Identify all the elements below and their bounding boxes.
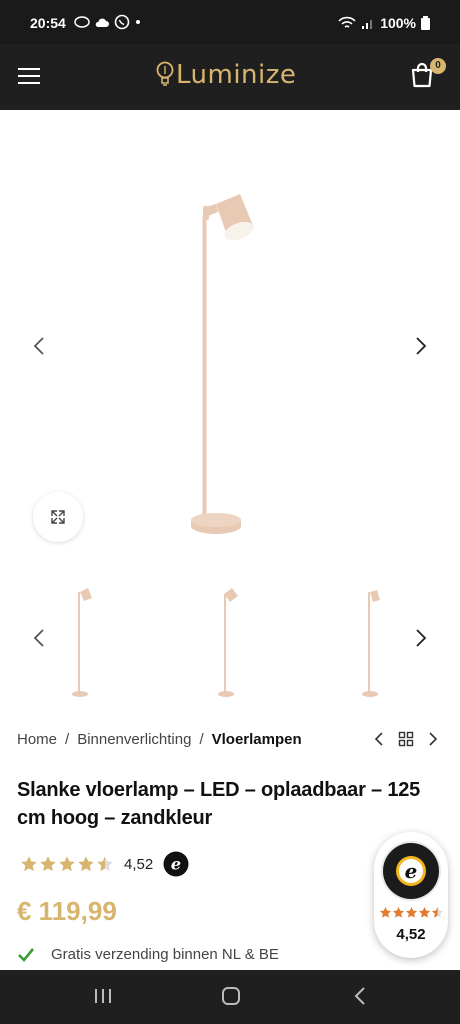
wifi-icon (338, 16, 356, 28)
trusted-shops-badge[interactable]: e 4,52 (374, 832, 448, 958)
svg-text:e: e (405, 859, 418, 883)
back-button[interactable] (350, 986, 372, 1006)
hamburger-icon-line (18, 75, 40, 77)
trusted-shops-seal: e (381, 841, 441, 901)
chevron-right-icon (429, 732, 438, 746)
breadcrumb-category[interactable]: Binnenverlichting (77, 731, 191, 748)
trusted-shops-rating: 4,52 (396, 926, 426, 943)
grid-icon (398, 731, 414, 747)
shipping-text: Gratis verzending binnen NL & BE (51, 946, 279, 963)
expand-icon (51, 510, 65, 524)
cloud-icon (95, 18, 109, 27)
gallery-next-arrow[interactable] (410, 334, 430, 358)
bulb-logo-icon (156, 61, 174, 86)
trusted-shops-stars (378, 906, 444, 919)
star-icon (379, 906, 391, 918)
android-navigation-bar (0, 970, 460, 1024)
status-time: 20:54 (30, 15, 66, 31)
logo-text: Luminize (176, 60, 297, 90)
svg-text:e: e (171, 855, 181, 874)
product-navigation (374, 731, 438, 747)
thumbnail-2[interactable] (188, 578, 264, 702)
product-gallery (0, 110, 460, 570)
signal-icon (362, 19, 373, 29)
star-icon (21, 856, 37, 872)
dot-icon (136, 20, 140, 24)
recent-apps-button[interactable] (92, 986, 114, 1006)
thumbnail-strip (0, 578, 460, 702)
zoom-button[interactable] (33, 492, 83, 542)
thumbnail-1[interactable] (42, 578, 118, 702)
gallery-prev-arrow[interactable] (30, 334, 50, 358)
cart-button[interactable]: 0 (410, 58, 446, 92)
star-icon (405, 906, 417, 918)
star-icon (78, 856, 94, 872)
hamburger-icon-line (18, 68, 40, 70)
thumbnail-image (218, 588, 238, 697)
breadcrumb-home[interactable]: Home (17, 731, 57, 748)
rating-row: 4,52 e (20, 851, 189, 877)
status-right: 100% (338, 15, 430, 31)
rating-value: 4,52 (124, 855, 154, 873)
hamburger-icon-line (18, 82, 40, 84)
thumbnail-image (362, 590, 380, 697)
star-icon (40, 856, 56, 872)
site-logo[interactable]: Luminize (156, 60, 296, 90)
breadcrumb-separator: / (199, 731, 204, 748)
product-title: Slanke vloerlamp – LED – oplaadbaar – 12… (17, 779, 421, 829)
star-icon (431, 906, 443, 918)
product-price: € 119,99 (17, 896, 117, 926)
thumbs-next-arrow[interactable] (410, 626, 430, 650)
star-icon (418, 906, 430, 918)
cart-count-badge: 0 (430, 58, 446, 74)
chevron-left-icon (374, 732, 383, 746)
rating-stars (20, 855, 114, 873)
trusted-shops-e-icon[interactable]: e (163, 851, 189, 877)
star-icon (392, 906, 404, 918)
status-bar: 20:54 100% (0, 0, 460, 44)
home-button[interactable] (220, 986, 242, 1006)
site-header: Luminize 0 (0, 44, 460, 110)
shipping-info: Gratis verzending binnen NL & BE (17, 946, 279, 963)
check-icon (18, 947, 35, 962)
breadcrumb-separator: / (65, 731, 70, 748)
notification-icons (74, 14, 142, 30)
menu-button[interactable] (18, 68, 40, 86)
battery-icon (421, 16, 430, 30)
battery-percent: 100% (380, 15, 416, 31)
thumbnail-image (72, 588, 92, 697)
breadcrumb: Home / Binnenverlichting / Vloerlampen (17, 731, 302, 748)
breadcrumb-current[interactable]: Vloerlampen (212, 731, 302, 748)
app-notification-icon (74, 16, 90, 28)
prev-product-button[interactable] (374, 731, 384, 747)
star-icon (97, 856, 113, 872)
star-icon (59, 856, 75, 872)
thumbnail-3[interactable] (332, 578, 408, 702)
back-to-category-button[interactable] (398, 731, 414, 747)
whatsapp-icon (114, 14, 130, 30)
next-product-button[interactable] (428, 731, 438, 747)
